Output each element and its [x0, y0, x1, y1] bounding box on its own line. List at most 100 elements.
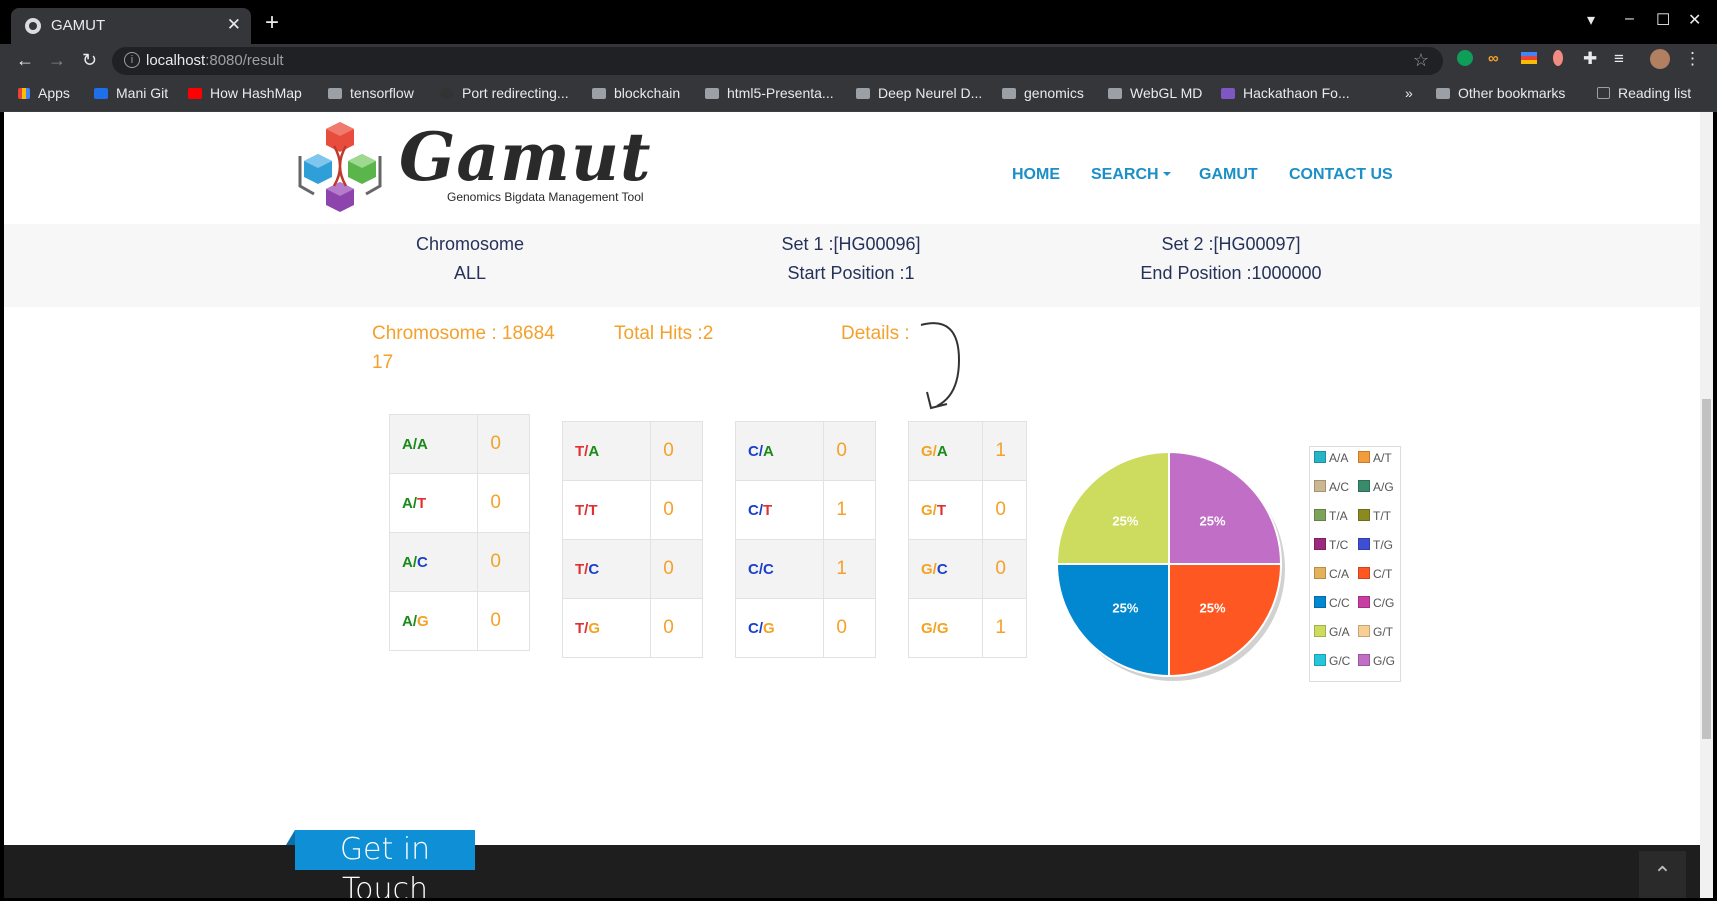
legend-item[interactable]: G/C [1314, 654, 1350, 668]
table-row: G/A 1 [907, 421, 1027, 481]
new-tab-button[interactable]: + [265, 11, 279, 35]
media-queue-icon[interactable]: ≡ [1614, 49, 1630, 68]
pie-slice[interactable] [1168, 450, 1283, 565]
genotype-label: T/C [561, 539, 652, 599]
table-row: C/C 1 [734, 539, 876, 599]
table-row: T/G 0 [561, 598, 703, 658]
nav-home[interactable]: HOME [1012, 166, 1060, 184]
result-chromosome-cont: 17 [372, 352, 394, 373]
bookmark-reading-list[interactable]: Reading list [1597, 85, 1691, 101]
legend-item[interactable]: T/A [1314, 509, 1348, 523]
address-bar[interactable]: i localhost:8080/result ☆ [112, 47, 1443, 75]
table-row: A/C 0 [388, 532, 530, 592]
table-row: A/G 0 [388, 591, 530, 651]
avatar[interactable] [1650, 49, 1670, 69]
legend-item[interactable]: G/T [1358, 625, 1393, 639]
legend-item[interactable]: G/G [1358, 654, 1395, 668]
extension-green-icon[interactable] [1457, 50, 1473, 66]
genotype-table-1: A/A 0 A/T 0 A/C 0 A/G 0 [388, 414, 530, 651]
legend-item[interactable]: C/T [1358, 567, 1392, 581]
legend-swatch [1358, 451, 1370, 463]
get-in-touch-banner[interactable]: Get in Touch [286, 830, 475, 898]
legend-item[interactable]: T/G [1358, 538, 1393, 552]
tab-gamut[interactable]: GAMUT ✕ [11, 8, 251, 44]
bookmark-hashmap[interactable]: How HashMap [188, 85, 302, 101]
nav-gamut[interactable]: GAMUT [1199, 166, 1258, 184]
brand-name[interactable]: Gamut [399, 118, 651, 196]
bookmark-deep-neurel[interactable]: Deep Neurel D... [856, 85, 982, 101]
reload-icon[interactable]: ↻ [82, 50, 97, 71]
genotype-table-2: T/A 0 T/T 0 T/C 0 T/G 0 [561, 421, 703, 658]
bookmark-other[interactable]: Other bookmarks [1436, 85, 1565, 101]
nav-contact[interactable]: CONTACT US [1289, 166, 1393, 184]
bookmark-genomics[interactable]: genomics [1002, 85, 1084, 101]
window-close-icon[interactable]: ✕ [1688, 10, 1701, 30]
scroll-to-top-button[interactable]: ⌃ [1639, 851, 1686, 898]
legend-item[interactable]: G/A [1314, 625, 1350, 639]
info-icon[interactable]: i [124, 52, 140, 68]
legend-swatch [1358, 567, 1370, 579]
set1-label: Set 1 :[HG00096] [781, 234, 921, 254]
maximize-icon[interactable]: ☐ [1656, 10, 1670, 30]
tab-strip: GAMUT ✕ + ▾ – ☐ ✕ [0, 0, 1717, 44]
forward-arrow-icon[interactable]: → [48, 50, 66, 71]
extension-orange-icon[interactable] [1553, 50, 1563, 66]
legend-swatch [1314, 451, 1326, 463]
pie-slice[interactable] [1055, 563, 1170, 678]
genotype-label: C/C [734, 539, 825, 599]
pie-slice-label: 25% [1112, 601, 1138, 616]
genotype-label: C/T [734, 480, 825, 540]
extensions-puzzle-icon[interactable]: ✚ [1583, 49, 1599, 68]
bookmark-tensorflow[interactable]: tensorflow [328, 85, 414, 101]
menu-kebab-icon[interactable]: ⋮ [1684, 49, 1701, 68]
genotype-label: A/G [388, 591, 479, 651]
browser-toolbar: ← → ↻ i localhost:8080/result ☆ ∞ ✚ ≡ ⋮ [0, 44, 1717, 78]
legend-item[interactable]: C/C [1314, 596, 1350, 610]
genotype-count: 0 [650, 421, 703, 481]
github-icon [440, 88, 454, 99]
minimize-icon[interactable]: – [1625, 10, 1634, 28]
legend-item[interactable]: C/G [1358, 596, 1394, 610]
back-arrow-icon[interactable]: ← [16, 50, 34, 71]
genotype-label: T/T [561, 480, 652, 540]
bookmark-port-redirecting[interactable]: Port redirecting... [440, 85, 569, 101]
extension-infinity-icon[interactable]: ∞ [1488, 50, 1504, 67]
legend-item[interactable]: T/T [1358, 509, 1391, 523]
genotype-label: A/C [388, 532, 479, 592]
pie-slice[interactable] [1168, 563, 1283, 678]
pie-slice[interactable] [1055, 450, 1170, 565]
url-text: localhost:8080/result [146, 52, 284, 69]
folder-icon [1108, 88, 1122, 99]
genotype-table-4: G/A 1 G/T 0 G/C 0 G/G 1 [907, 421, 1027, 658]
browser-chrome: GAMUT ✕ + ▾ – ☐ ✕ ← → ↻ i localhost:8080… [0, 0, 1717, 112]
bookmarks-overflow[interactable]: » [1405, 85, 1413, 101]
page-viewport: Gamut Genomics Bigdata Management Tool H… [4, 112, 1700, 898]
extension-list-icon[interactable] [1521, 52, 1537, 64]
bookmark-html5[interactable]: html5-Presenta... [705, 85, 834, 101]
genotype-count: 0 [982, 480, 1027, 540]
genotype-count: 0 [650, 598, 703, 658]
bookmark-blockchain[interactable]: blockchain [592, 85, 680, 101]
legend-item[interactable]: A/G [1358, 480, 1394, 494]
bookmark-apps[interactable]: Apps [18, 85, 70, 101]
close-tab-icon[interactable]: ✕ [227, 15, 241, 35]
scrollbar[interactable] [1700, 112, 1713, 898]
legend-item[interactable]: A/T [1358, 451, 1392, 465]
bookmark-star-icon[interactable]: ☆ [1413, 50, 1429, 71]
legend-item[interactable]: A/C [1314, 480, 1349, 494]
legend-item[interactable]: A/A [1314, 451, 1348, 465]
bookmark-webgl[interactable]: WebGL MD [1108, 85, 1202, 101]
pie-slice-label: 25% [1200, 601, 1226, 616]
genotype-count: 0 [650, 480, 703, 540]
legend-item[interactable]: C/A [1314, 567, 1349, 581]
legend-swatch [1358, 654, 1370, 666]
bookmark-mani-git[interactable]: Mani Git [94, 85, 168, 101]
legend-item[interactable]: T/C [1314, 538, 1348, 552]
bookmark-hackathaon[interactable]: Hackathaon Fo... [1221, 85, 1350, 101]
table-row: A/A 0 [388, 414, 530, 474]
legend-swatch [1358, 480, 1370, 492]
scrollbar-thumb[interactable] [1702, 399, 1711, 739]
caret-down-icon [1162, 172, 1171, 176]
profile-dropdown-icon[interactable]: ▾ [1587, 10, 1595, 30]
nav-search[interactable]: SEARCH [1091, 166, 1171, 184]
